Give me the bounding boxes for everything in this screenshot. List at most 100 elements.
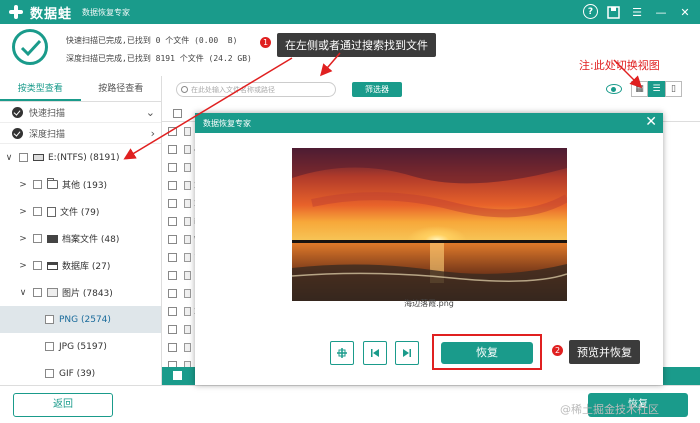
- tree-checkbox[interactable]: [45, 369, 54, 378]
- img-icon: [47, 288, 58, 297]
- dialog-title: 数据恢复专家: [203, 118, 251, 128]
- file-icon: [184, 324, 191, 334]
- quick-scan-row[interactable]: 快速扫描 ⌄: [0, 102, 161, 123]
- drive-icon: [33, 154, 44, 161]
- tree-checkbox[interactable]: [33, 288, 42, 297]
- save-icon[interactable]: [604, 3, 622, 21]
- file-icon: [184, 234, 191, 244]
- folder-icon: [47, 178, 58, 189]
- tree-item[interactable]: > 数据库 (27): [0, 252, 161, 279]
- tree-item-label: PNG (2574): [59, 314, 111, 325]
- expand-arrow-icon[interactable]: >: [18, 207, 28, 217]
- footer-checkbox[interactable]: [173, 371, 182, 380]
- recover-highlight: 恢复: [432, 334, 542, 370]
- chevron-down-icon[interactable]: ⌄: [146, 106, 155, 119]
- tab-by-path[interactable]: 按路径查看: [81, 76, 162, 101]
- scan-complete-icon: [12, 29, 48, 65]
- tree-item-label: 图片 (7843): [62, 289, 113, 299]
- file-icon: [184, 180, 191, 190]
- file-type-tree: ∨ E:(NTFS) (8191) > 其他 (193) > 文件 (79) > 档案文件 (…: [0, 144, 161, 385]
- dialog-recover-button[interactable]: 恢复: [441, 342, 533, 364]
- tree-checkbox[interactable]: [33, 261, 42, 270]
- next-button[interactable]: [395, 341, 419, 365]
- logo-icon: [8, 4, 24, 20]
- file-icon: [184, 216, 191, 226]
- step-badge-2: 2: [551, 344, 564, 357]
- minimize-icon[interactable]: —: [652, 3, 670, 21]
- row-checkbox[interactable]: [168, 216, 177, 226]
- list-view-button[interactable]: ☰: [648, 81, 665, 97]
- tree-item-label: 数据库 (27): [62, 262, 111, 272]
- preview-filename: 海边落霞.png: [404, 299, 454, 308]
- db-icon: [47, 261, 58, 270]
- collapse-arrow-icon[interactable]: ∨: [4, 153, 14, 163]
- filter-button[interactable]: 筛选器: [352, 82, 402, 97]
- tree-checkbox[interactable]: [33, 180, 42, 189]
- detail-view-button[interactable]: ▯: [665, 81, 682, 97]
- deep-scan-status: 深度扫描已完成,已找到 8191 个文件 (24.2 GB): [66, 54, 252, 63]
- file-icon: [184, 162, 191, 172]
- tree-item[interactable]: JPG (5197): [0, 333, 161, 360]
- tree-checkbox[interactable]: [19, 153, 28, 162]
- collapse-arrow-icon[interactable]: ∨: [18, 288, 28, 298]
- row-checkbox[interactable]: [168, 180, 177, 190]
- search-input[interactable]: 在此处输入文件名称或路径: [176, 82, 336, 97]
- tree-item[interactable]: PNG (2574): [0, 306, 161, 333]
- tree-item[interactable]: ∨ 图片 (7843): [0, 279, 161, 306]
- deep-scan-row[interactable]: 深度扫描 ›: [0, 123, 161, 144]
- file-icon: [184, 270, 191, 280]
- file-icon: [184, 288, 191, 298]
- expand-arrow-icon[interactable]: >: [18, 261, 28, 271]
- tree-checkbox[interactable]: [45, 315, 54, 324]
- row-checkbox[interactable]: [168, 126, 177, 136]
- watermark: @稀土掘金技术社区: [560, 403, 659, 416]
- row-checkbox[interactable]: [168, 324, 177, 334]
- file-icon: [184, 306, 191, 316]
- doc-icon: [47, 206, 56, 217]
- tree-item-label: 文件 (79): [60, 208, 100, 218]
- row-checkbox[interactable]: [168, 198, 177, 208]
- tree-item[interactable]: > 文件 (79): [0, 198, 161, 225]
- help-icon[interactable]: ?: [583, 4, 598, 19]
- tree-item[interactable]: GIF (39): [0, 360, 161, 385]
- quick-scan-status: 快速扫描已完成,已找到 0 个文件 (0.00 B): [66, 36, 238, 45]
- menu-icon[interactable]: ☰: [628, 3, 646, 21]
- tree-item[interactable]: > 档案文件 (48): [0, 225, 161, 252]
- dialog-close-icon[interactable]: ✕: [645, 114, 657, 130]
- tree-item-label: 档案文件 (48): [62, 235, 120, 245]
- previous-button[interactable]: [363, 341, 387, 365]
- grid-view-button[interactable]: ▦: [631, 81, 648, 97]
- image-preview: [292, 148, 567, 301]
- tree-checkbox[interactable]: [33, 234, 42, 243]
- tree-checkbox[interactable]: [45, 342, 54, 351]
- row-checkbox[interactable]: [168, 306, 177, 316]
- callout-preview-recover: 预览并恢复: [569, 340, 640, 364]
- select-all-checkbox[interactable]: [173, 109, 182, 118]
- row-checkbox[interactable]: [168, 270, 177, 280]
- tree-item-label: 其他 (193): [62, 181, 108, 191]
- back-button[interactable]: 返回: [13, 393, 113, 417]
- row-checkbox[interactable]: [168, 252, 177, 262]
- step-badge-1: 1: [259, 36, 272, 49]
- fit-view-button[interactable]: [330, 341, 354, 365]
- tree-item[interactable]: ∨ E:(NTFS) (8191): [0, 144, 161, 171]
- tree-checkbox[interactable]: [33, 207, 42, 216]
- dialog-title-bar: 数据恢复专家 ✕: [195, 113, 663, 133]
- expand-arrow-icon[interactable]: >: [18, 180, 28, 190]
- row-checkbox[interactable]: [168, 234, 177, 244]
- row-checkbox[interactable]: [168, 144, 177, 154]
- expand-arrow-icon[interactable]: >: [18, 234, 28, 244]
- tab-by-type[interactable]: 按类型查看: [0, 76, 81, 101]
- chevron-right-icon[interactable]: ›: [151, 127, 155, 140]
- quick-scan-label: 快速扫描: [29, 108, 66, 119]
- file-icon: [184, 198, 191, 208]
- search-icon: [181, 86, 188, 93]
- close-icon[interactable]: ✕: [676, 3, 694, 21]
- row-checkbox[interactable]: [168, 342, 177, 352]
- tree-item[interactable]: > 其他 (193): [0, 171, 161, 198]
- row-checkbox[interactable]: [168, 162, 177, 172]
- file-icon: [184, 252, 191, 262]
- preview-eye-icon[interactable]: [606, 84, 622, 94]
- tree-item-label: E:(NTFS) (8191): [48, 152, 120, 163]
- row-checkbox[interactable]: [168, 288, 177, 298]
